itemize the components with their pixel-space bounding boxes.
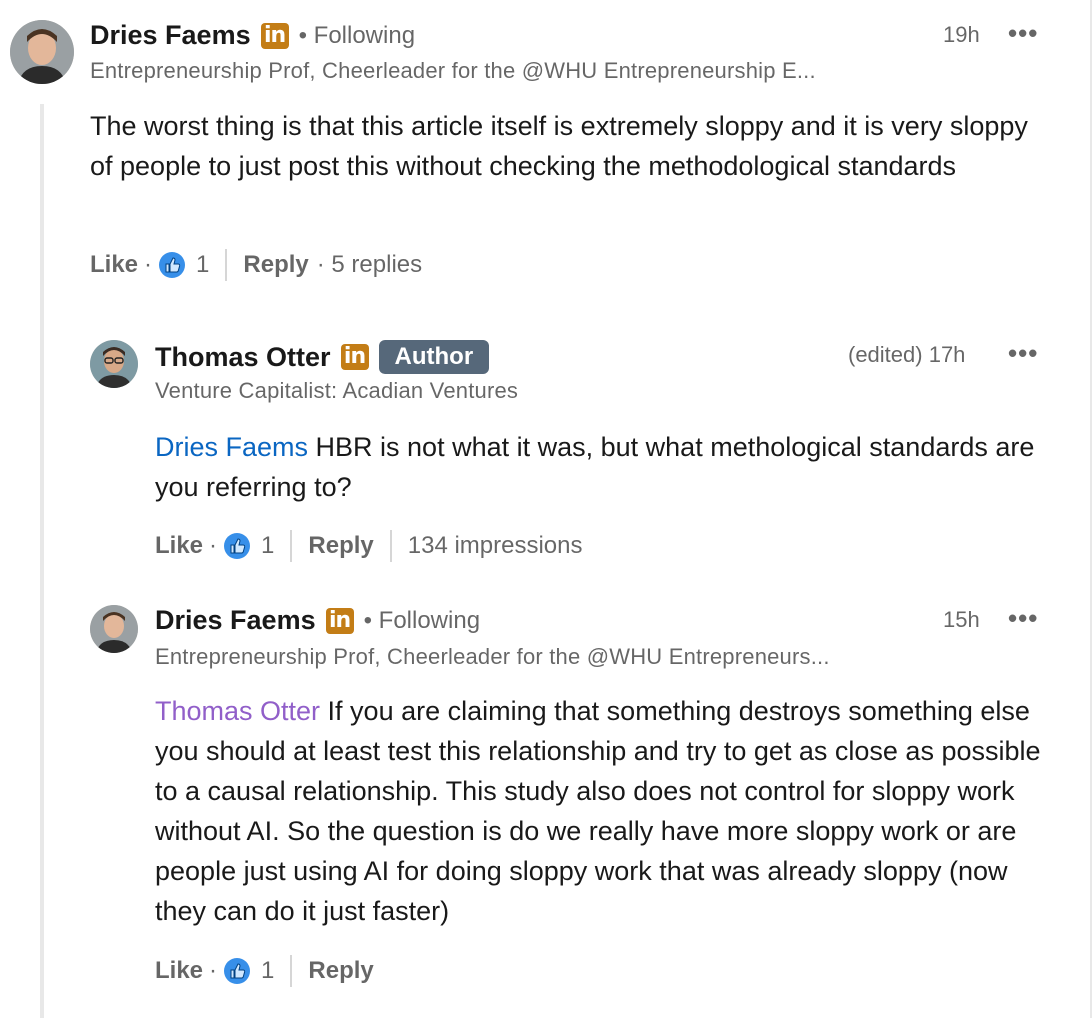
avatar-photo-icon <box>90 605 138 653</box>
author-headline: Entrepreneurship Prof, Cheerleader for t… <box>155 644 830 669</box>
reaction-count[interactable]: 1 <box>196 251 209 279</box>
reply-button[interactable]: Reply <box>308 532 373 560</box>
linkedin-premium-icon: in <box>340 344 369 370</box>
reply-actions: Like · 1 Reply 134 impressions <box>155 530 583 562</box>
linkedin-premium-icon: in <box>325 607 354 634</box>
reply-body: If you are claiming that something destr… <box>155 696 1041 926</box>
more-options-icon[interactable]: ••• <box>1008 18 1038 49</box>
like-button[interactable]: Like <box>90 251 138 279</box>
comment-actions: Like · 1 Reply · 5 replies <box>90 249 422 281</box>
timestamp: 15h <box>943 607 980 632</box>
timestamp: 19h <box>943 22 980 47</box>
avatar-photo-icon <box>10 20 74 84</box>
divider <box>290 530 293 562</box>
avatar[interactable] <box>90 340 138 388</box>
reaction-count[interactable]: 1 <box>261 957 274 985</box>
author-name[interactable]: Thomas Otter <box>155 342 331 373</box>
thread-line <box>40 104 44 1018</box>
avatar[interactable] <box>10 20 74 84</box>
divider <box>389 530 392 562</box>
divider <box>290 955 293 987</box>
following-status: • Following <box>298 21 416 49</box>
avatar[interactable] <box>90 605 138 653</box>
author-badge: Author <box>378 340 490 374</box>
replies-count[interactable]: · 5 replies <box>317 251 422 279</box>
avatar-photo-icon <box>90 340 138 388</box>
timestamp: (edited) 17h <box>848 342 966 367</box>
reaction-count[interactable]: 1 <box>261 532 274 560</box>
reply-text: Thomas Otter If you are claiming that so… <box>155 691 1065 931</box>
separator-dot: · <box>144 251 153 278</box>
reply-header: Thomas Otter in Author <box>155 340 490 374</box>
more-options-icon[interactable]: ••• <box>1008 338 1038 369</box>
following-status: • Following <box>363 606 481 634</box>
like-reaction-icon[interactable] <box>223 532 251 560</box>
comment-text: The worst thing is that this article its… <box>90 106 1050 186</box>
like-button[interactable]: Like <box>155 532 203 560</box>
like-reaction-icon[interactable] <box>223 957 251 985</box>
reply-text: Dries Faems HBR is not what it was, but … <box>155 427 1065 507</box>
reply-button[interactable]: Reply <box>243 251 308 279</box>
comment-header: Dries Faems in • Following <box>90 20 415 51</box>
more-options-icon[interactable]: ••• <box>1008 603 1038 634</box>
author-name[interactable]: Dries Faems <box>155 605 316 636</box>
mention-link[interactable]: Thomas Otter <box>155 696 320 726</box>
separator-dot: · <box>209 957 218 984</box>
separator-dot: · <box>209 532 218 559</box>
author-headline: Entrepreneurship Prof, Cheerleader for t… <box>90 58 816 83</box>
divider <box>225 249 228 281</box>
reply-actions: Like · 1 Reply <box>155 955 374 987</box>
like-reaction-icon[interactable] <box>158 251 186 279</box>
impressions-count: 134 impressions <box>407 532 583 559</box>
mention-link[interactable]: Dries Faems <box>155 432 308 462</box>
linkedin-premium-icon: in <box>260 22 289 49</box>
comment-body: The worst thing is that this article its… <box>90 111 1028 181</box>
reply-header: Dries Faems in • Following <box>155 605 480 636</box>
reply-button[interactable]: Reply <box>308 957 373 985</box>
like-button[interactable]: Like <box>155 957 203 985</box>
author-headline: Venture Capitalist: Acadian Ventures <box>155 378 519 403</box>
author-name[interactable]: Dries Faems <box>90 20 251 51</box>
